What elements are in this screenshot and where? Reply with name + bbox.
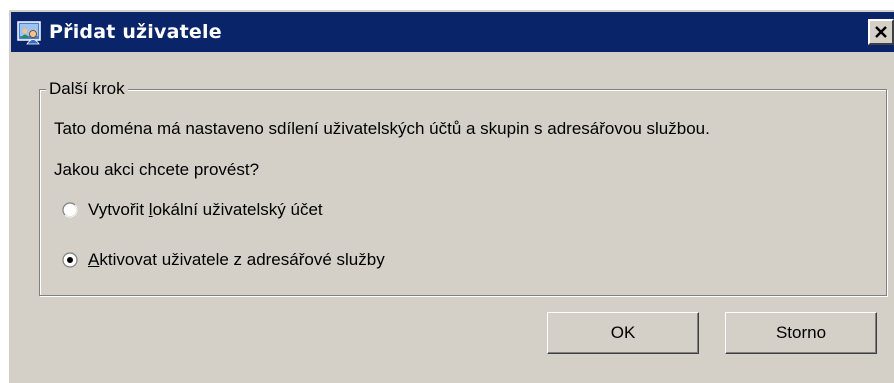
next-step-groupbox: Další krok Tato doména má nastaveno sdíl… (39, 78, 887, 296)
window-title: Přidat uživatele (49, 21, 222, 43)
radio-label-directory-user: Aktivovat uživatele z adresářové služby (88, 250, 385, 269)
close-button[interactable] (868, 19, 894, 45)
radio-option-directory-user[interactable]: Aktivovat uživatele z adresářové služby (62, 249, 385, 271)
description-text: Tato doména má nastaveno sdílení uživate… (54, 119, 710, 138)
group-legend: Další krok (46, 78, 128, 100)
add-user-dialog: Přidat uživatele Další krok Tato doména … (8, 9, 894, 383)
cancel-button[interactable]: Storno (725, 312, 877, 354)
users-icon (17, 19, 43, 45)
radio-checked-icon[interactable] (62, 252, 78, 268)
radio-option-local-account[interactable]: Vytvořit lokální uživatelský účet (62, 199, 323, 221)
radio-label-local-account: Vytvořit lokální uživatelský účet (88, 200, 323, 219)
ok-button[interactable]: OK (547, 312, 699, 354)
title-bar[interactable]: Přidat uživatele (11, 12, 894, 52)
question-text: Jakou akci chcete provést? (54, 160, 260, 179)
radio-unchecked-icon[interactable] (62, 202, 78, 218)
close-icon (875, 26, 887, 38)
